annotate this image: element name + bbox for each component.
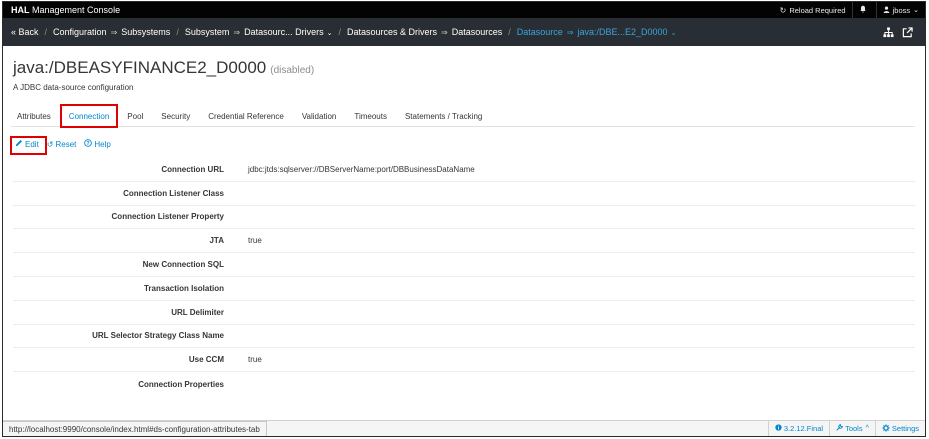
attribute-table: Connection URL jdbc:jtds:sqlserver://DBS… bbox=[13, 158, 915, 396]
tools-label: Tools bbox=[845, 424, 863, 433]
breadcrumb-separator: / bbox=[176, 27, 179, 37]
reload-icon: ↻ bbox=[779, 5, 787, 15]
breadcrumb-subsystem[interactable]: Subsystem bbox=[185, 27, 230, 37]
attribute-label: Connection Listener Class bbox=[123, 188, 224, 198]
arrow-right-icon: ⇒ bbox=[566, 27, 574, 37]
question-circle-icon: ? bbox=[84, 139, 93, 149]
reset-button[interactable]: ↺ Reset bbox=[47, 140, 77, 149]
status-badge: (disabled) bbox=[270, 65, 315, 76]
attribute-label: New Connection SQL bbox=[142, 260, 224, 270]
reload-label: Reload Required bbox=[789, 5, 846, 15]
table-row: URL Delimiter bbox=[13, 301, 915, 325]
attribute-label: URL Selector Strategy Class Name bbox=[92, 331, 224, 341]
tab-timeouts[interactable]: Timeouts bbox=[348, 106, 393, 126]
brand-bold: HAL bbox=[11, 5, 30, 15]
brand-rest: Management Console bbox=[32, 5, 121, 15]
breadcrumb-separator: / bbox=[508, 27, 511, 37]
breadcrumb-datasources[interactable]: Datasources bbox=[452, 27, 503, 37]
tab-credential-reference[interactable]: Credential Reference bbox=[202, 106, 290, 126]
notifications-button[interactable] bbox=[851, 2, 876, 18]
chevron-down-icon: ⌄ bbox=[326, 30, 333, 37]
bell-icon bbox=[859, 5, 867, 15]
settings-label: Settings bbox=[891, 424, 919, 433]
attribute-label: Connection Properties bbox=[138, 379, 224, 389]
back-link[interactable]: « Back bbox=[11, 27, 39, 37]
tools-menu[interactable]: Tools ^ bbox=[829, 421, 875, 436]
version-label: 3.2.12.Final bbox=[783, 424, 824, 433]
attribute-value: true bbox=[248, 355, 262, 365]
tab-divider bbox=[11, 126, 915, 127]
table-row: New Connection SQL bbox=[13, 253, 915, 277]
page-header: java:/DBEASYFINANCE2_D0000 (disabled) bbox=[13, 58, 314, 78]
sitemap-icon[interactable] bbox=[883, 26, 894, 38]
highlight-box-edit-button bbox=[10, 136, 47, 155]
version-button[interactable]: 3.2.12.Final bbox=[767, 421, 829, 436]
table-row: Connection Listener Property bbox=[13, 206, 915, 230]
breadcrumb-datasource-value: java:/DBE...E2_D0000 bbox=[577, 27, 668, 37]
attribute-label: Transaction Isolation bbox=[143, 283, 224, 293]
attribute-label: URL Delimiter bbox=[171, 307, 224, 317]
user-icon bbox=[883, 5, 890, 15]
table-row: Connection Listener Class bbox=[13, 182, 915, 206]
reload-required-button[interactable]: ↻ Reload Required bbox=[774, 2, 852, 18]
gear-icon bbox=[882, 423, 890, 434]
table-row: Connection Properties bbox=[13, 372, 915, 396]
chevron-down-icon: ⌄ bbox=[913, 7, 919, 14]
reset-label: Reset bbox=[55, 139, 77, 149]
help-button[interactable]: ? Help bbox=[84, 139, 111, 149]
settings-button[interactable]: Settings bbox=[874, 421, 925, 436]
breadcrumb-datasource-dropdown[interactable]: java:/DBE...E2_D0000 ⌄ bbox=[578, 27, 677, 37]
status-bar-url: http://localhost:9990/console/index.html… bbox=[3, 421, 267, 436]
table-row: JTA true bbox=[13, 229, 915, 254]
tab-statements-tracking[interactable]: Statements / Tracking bbox=[399, 106, 488, 126]
attribute-value: jdbc:jtds:sqlserver://DBServerName:port/… bbox=[248, 164, 475, 174]
attribute-label: Connection URL bbox=[161, 164, 224, 174]
svg-text:?: ? bbox=[87, 141, 90, 147]
breadcrumb-datasource[interactable]: Datasource bbox=[517, 27, 563, 37]
table-row: Transaction Isolation bbox=[13, 277, 915, 301]
table-row: URL Selector Strategy Class Name bbox=[13, 325, 915, 349]
user-name: jboss bbox=[892, 5, 911, 15]
breadcrumb-subsystems[interactable]: Subsystems bbox=[121, 27, 170, 37]
breadcrumb-datasources-drivers-dropdown[interactable]: Datasourc... Drivers ⌄ bbox=[244, 27, 332, 37]
chevron-down-icon: ⌄ bbox=[670, 30, 677, 37]
help-label: Help bbox=[94, 139, 111, 149]
brand: HAL Management Console bbox=[3, 5, 120, 15]
breadcrumb: « Back / Configuration ⇒ Subsystems / Su… bbox=[3, 18, 925, 46]
breadcrumb-datasources-and-drivers[interactable]: Datasources & Drivers bbox=[347, 27, 437, 37]
breadcrumb-separator: / bbox=[44, 27, 48, 37]
tab-attributes[interactable]: Attributes bbox=[11, 106, 57, 126]
breadcrumb-separator: / bbox=[338, 27, 341, 37]
arrow-right-icon: ⇒ bbox=[441, 27, 448, 37]
table-row: Connection URL jdbc:jtds:sqlserver://DBS… bbox=[13, 158, 915, 182]
breadcrumb-configuration[interactable]: Configuration bbox=[53, 27, 107, 37]
table-row: Use CCM true bbox=[13, 348, 915, 373]
highlight-box-connection-tab bbox=[60, 104, 118, 128]
undo-icon: ↺ bbox=[46, 139, 54, 149]
arrow-right-icon: ⇒ bbox=[233, 27, 241, 37]
page-subtitle: A JDBC data-source configuration bbox=[13, 83, 134, 92]
attribute-value: true bbox=[248, 236, 262, 246]
external-link-icon[interactable] bbox=[902, 26, 913, 38]
info-circle-icon bbox=[775, 424, 782, 433]
top-bar: HAL Management Console ↻ Reload Required… bbox=[3, 2, 925, 18]
tab-pool[interactable]: Pool bbox=[121, 106, 149, 126]
attribute-label: JTA bbox=[209, 236, 224, 246]
footer: http://localhost:9990/console/index.html… bbox=[3, 420, 925, 436]
arrow-right-icon: ⇒ bbox=[110, 27, 118, 37]
chevron-up-icon: ^ bbox=[865, 425, 869, 432]
page-title: java:/DBEASYFINANCE2_D0000 bbox=[13, 58, 267, 77]
app-window: HAL Management Console ↻ Reload Required… bbox=[2, 1, 926, 437]
tab-security[interactable]: Security bbox=[155, 106, 196, 126]
attribute-label: Use CCM bbox=[188, 355, 224, 365]
tab-validation[interactable]: Validation bbox=[296, 106, 343, 126]
attribute-label: Connection Listener Property bbox=[111, 212, 224, 222]
user-menu[interactable]: jboss ⌄ bbox=[875, 2, 925, 18]
wrench-icon bbox=[836, 424, 843, 433]
breadcrumb-subsystem-value: Datasourc... Drivers bbox=[244, 27, 324, 37]
